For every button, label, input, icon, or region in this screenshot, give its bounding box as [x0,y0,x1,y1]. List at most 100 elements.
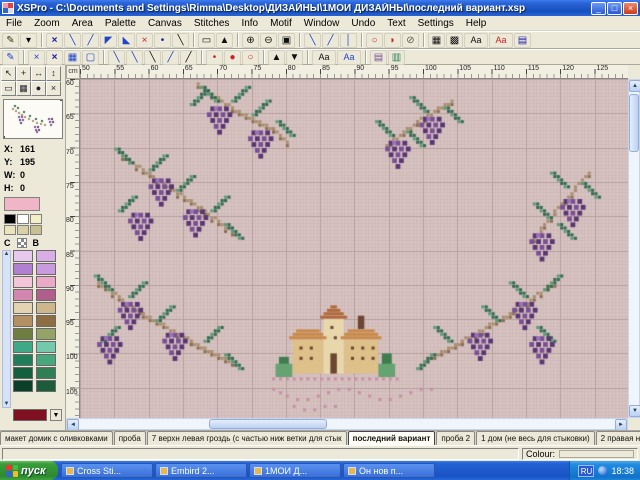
petite-stitch-tool[interactable]: × [136,33,153,48]
document-tab[interactable]: 7 верхн левая гроздь (с частью ниж ветки… [147,431,347,445]
palette-colour-b[interactable] [36,250,56,262]
motif-library-tool[interactable]: ▤ [370,50,387,65]
font-cyrillic-tool[interactable]: Аа [489,33,513,48]
zoom-fit-tool[interactable]: ▣ [278,33,295,48]
arrow-up-tool[interactable]: ▲ [268,50,285,65]
close-button[interactable]: × [623,2,638,15]
text-cyrillic-tool[interactable]: Аа [337,50,361,65]
palette-colour-b[interactable] [36,263,56,275]
stitch-x-medium-tool[interactable]: × [46,50,63,65]
diag-mid-tool[interactable]: ╲ [126,50,143,65]
no-fill-tool[interactable]: ⊘ [402,33,419,48]
palette-view-toggle[interactable]: ▩ [446,33,463,48]
palette-colour-c[interactable] [13,315,33,327]
pencil-mode-dropdown[interactable]: ▾ [20,33,37,48]
taskbar-button[interactable]: Он нов п... [343,463,435,478]
quick-swatch[interactable] [30,214,42,224]
diag-thick-tool[interactable]: ╲ [144,50,161,65]
vertical-scroll-thumb[interactable] [629,94,639,152]
document-tab[interactable]: 2 правая ниж гр. [596,431,640,445]
palette-colour-b[interactable] [36,276,56,288]
horizontal-scrollbar[interactable]: ◄ ► [66,418,628,430]
font-latin-tool[interactable]: Aa [464,33,488,48]
stitch-grid-tool[interactable]: ▦ [64,50,81,65]
backstitch-line-tool[interactable]: ╲ [304,33,321,48]
half-stitch-left-tool[interactable]: ╲ [64,33,81,48]
knot-small-tool[interactable]: • [206,50,223,65]
select-rect-tool[interactable]: ▭ [198,33,215,48]
menu-item-area[interactable]: Area [66,16,99,31]
knot-large-tool[interactable]: ● [224,50,241,65]
menu-item-stitches[interactable]: Stitches [188,16,236,31]
dot-tool[interactable]: ● [31,81,46,96]
quick-swatch[interactable] [30,225,42,235]
ring-tool[interactable]: ○ [242,50,259,65]
half-stitch-right-tool[interactable]: ╱ [82,33,99,48]
menu-item-help[interactable]: Help [460,16,493,31]
taskbar-button[interactable]: Embird 2... [155,463,247,478]
palette-colour-b[interactable] [36,367,56,379]
arrow-down-tool[interactable]: ▼ [286,50,303,65]
zoom-in-tool[interactable]: ⊕ [242,33,259,48]
document-tab[interactable]: макет домик с оливковками [0,431,113,445]
palette-scrollbar[interactable]: ▲ ▼ [2,250,11,408]
cross-tool[interactable]: + [16,66,31,81]
palette-colour-c[interactable] [13,302,33,314]
stitch-x-small-tool[interactable]: × [28,50,45,65]
palette-more-button[interactable]: ▼ [50,409,62,421]
erase-tool[interactable]: × [46,81,61,96]
stitch-canvas[interactable] [80,79,628,418]
palette-colour-c[interactable] [13,367,33,379]
grid-tool[interactable]: ▦ [16,81,31,96]
menu-item-info[interactable]: Info [235,16,264,31]
scroll-up-icon[interactable]: ▲ [629,80,640,92]
menu-item-motif[interactable]: Motif [264,16,298,31]
menu-item-zoom[interactable]: Zoom [28,16,66,31]
taskbar-button[interactable]: Cross Sti... [61,463,153,478]
palette-colour-b[interactable] [36,302,56,314]
scroll-down-icon[interactable]: ▼ [629,405,640,417]
circle-outline-tool[interactable]: ○ [366,33,383,48]
document-tab[interactable]: проба [114,431,146,445]
backstitch-free-tool[interactable]: │ [340,33,357,48]
export-tool[interactable]: ▤ [514,33,531,48]
french-knot-tool[interactable]: • [154,33,171,48]
full-stitch-tool[interactable]: × [46,33,63,48]
pencil-tool[interactable]: ✎ [2,33,19,48]
palette-colour-b[interactable] [36,341,56,353]
motif-save-tool[interactable]: ▥ [388,50,405,65]
color-pencil-tool[interactable]: ✎ [2,50,19,65]
mirror-v-tool[interactable]: ↕ [46,66,61,81]
fill-tool[interactable]: ▲ [216,33,233,48]
backstitch-curve-tool[interactable]: ╱ [322,33,339,48]
palette-scroll-down-icon[interactable]: ▼ [3,401,10,407]
document-tab[interactable]: проба 2 [436,431,475,445]
tray-app-icon[interactable] [598,466,607,475]
grid-toggle[interactable]: ▦ [428,33,445,48]
quick-swatch[interactable] [4,225,16,235]
current-colour-swatch[interactable] [4,197,40,211]
menu-item-canvas[interactable]: Canvas [142,16,188,31]
language-indicator[interactable]: RU [578,465,594,477]
palette-colour-b[interactable] [36,380,56,392]
menu-item-file[interactable]: File [0,16,28,31]
text-latin-tool[interactable]: Aa [312,50,336,65]
quick-swatch[interactable] [17,225,29,235]
palette-colour-c[interactable] [13,289,33,301]
minimize-button[interactable]: _ [591,2,606,15]
diag-alt-tool[interactable]: ╱ [162,50,179,65]
menu-item-window[interactable]: Window [298,16,346,31]
document-tab[interactable]: 1 дом (не весь для стыковки) [476,431,595,445]
three-quarter-stitch-tool[interactable]: ◣ [118,33,135,48]
palette-colour-dark-red[interactable] [13,409,47,421]
palette-colour-b[interactable] [36,289,56,301]
mirror-h-tool[interactable]: ↔ [31,66,46,81]
palette-colour-c[interactable] [13,328,33,340]
palette-colour-b[interactable] [36,354,56,366]
quarter-stitch-tool[interactable]: ◤ [100,33,117,48]
taskbar-button[interactable]: 1МОИ Д... [249,463,341,478]
diag-alt2-tool[interactable]: ╱ [180,50,197,65]
diag-thin-tool[interactable]: ╲ [108,50,125,65]
quick-swatch[interactable] [4,214,16,224]
menu-item-settings[interactable]: Settings [412,16,460,31]
